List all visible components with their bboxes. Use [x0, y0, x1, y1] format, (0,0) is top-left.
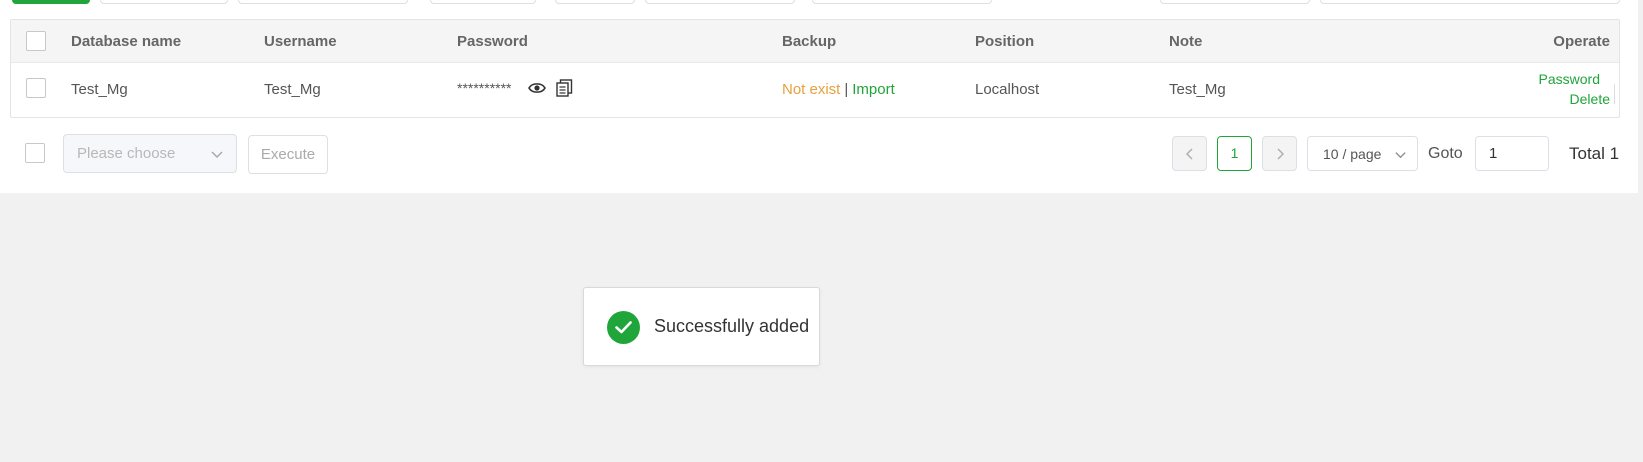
toolbar-search[interactable] — [1320, 0, 1620, 4]
column-username: Username — [264, 33, 337, 50]
current-page-button[interactable]: 1 — [1217, 136, 1252, 171]
toolbar-button-2[interactable] — [100, 0, 228, 4]
next-page-button[interactable] — [1262, 136, 1297, 171]
cell-username: Test_Mg — [264, 81, 321, 98]
toolbar-button-5[interactable] — [555, 0, 635, 4]
toast-message: Successfully added — [654, 316, 810, 336]
cell-backup: Not exist | Import — [782, 81, 895, 98]
goto-label: Goto — [1428, 145, 1463, 162]
column-operate: Operate — [1553, 33, 1610, 50]
database-panel: Database name Username Password Backup P… — [0, 0, 1638, 193]
toolbar-button-6[interactable] — [645, 0, 795, 4]
show-password-eye-icon[interactable] — [528, 81, 546, 100]
cell-database-name: Test_Mg — [71, 81, 128, 98]
page-size-select[interactable]: 10 / page — [1307, 136, 1418, 171]
operate-divider — [1614, 84, 1615, 104]
toolbar-button-7[interactable] — [812, 0, 992, 4]
toolbar-button-4[interactable] — [430, 0, 536, 4]
column-position: Position — [975, 33, 1035, 50]
batch-select-placeholder: Please choose — [77, 145, 176, 162]
delete-link[interactable]: Delete — [1570, 91, 1610, 107]
database-table: Database name Username Password Backup P… — [10, 19, 1620, 118]
column-password: Password — [457, 33, 528, 50]
select-all-checkbox[interactable] — [26, 31, 46, 51]
column-note: Note — [1169, 33, 1203, 50]
cell-position: Localhost — [975, 81, 1040, 98]
success-check-icon — [607, 311, 640, 344]
column-backup: Backup — [782, 33, 837, 50]
total-count: Total 1 — [1569, 144, 1620, 163]
row-checkbox[interactable] — [26, 78, 46, 98]
column-database-name: Database name — [71, 33, 182, 50]
chevron-right-icon — [1277, 148, 1285, 160]
import-link[interactable]: Import — [852, 81, 895, 98]
chevron-down-icon — [1394, 148, 1407, 166]
chevron-left-icon — [1185, 148, 1193, 160]
toolbar-primary-button[interactable] — [12, 0, 90, 4]
prev-page-button[interactable] — [1172, 136, 1207, 171]
toolbar-button-8[interactable] — [1160, 0, 1310, 4]
success-toast: Successfully added — [583, 287, 820, 366]
toolbar-button-3[interactable] — [238, 0, 408, 4]
change-password-link[interactable]: Password — [1539, 71, 1600, 87]
backup-status: Not exist — [782, 81, 841, 98]
batch-action-select[interactable]: Please choose — [63, 134, 237, 173]
chevron-down-icon — [210, 147, 224, 166]
cell-note: Test_Mg — [1169, 81, 1226, 98]
footer-select-all-checkbox[interactable] — [25, 143, 45, 163]
goto-page-input[interactable]: 1 — [1475, 136, 1549, 171]
page-size-value: 10 / page — [1323, 146, 1382, 162]
execute-button[interactable]: Execute — [248, 135, 328, 174]
cell-password-mask: ********** — [457, 80, 512, 96]
copy-password-icon[interactable] — [556, 79, 573, 102]
backup-separator: | — [844, 81, 849, 98]
